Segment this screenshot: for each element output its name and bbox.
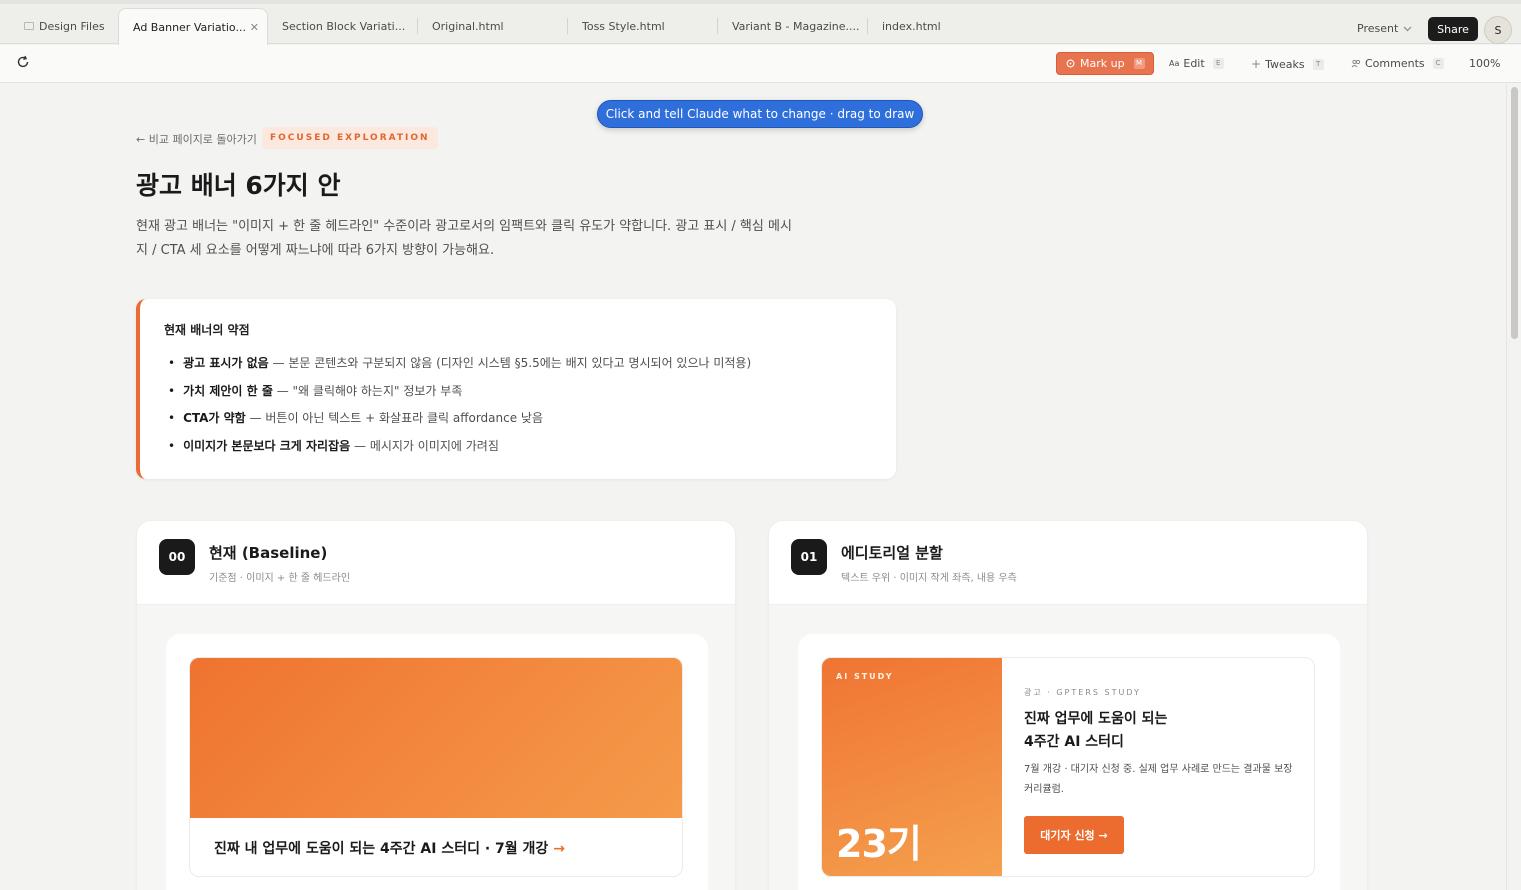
weakness-label: CTA가 약함 xyxy=(183,411,246,425)
tab-label: Original.html xyxy=(432,19,504,33)
tab-original[interactable]: Original.html xyxy=(418,8,568,44)
weakness-text: — 본문 콘텐츠와 구분되지 않음 (디자인 시스템 §5.5에는 배지 있다고… xyxy=(268,356,752,370)
back-link[interactable]: ← 비교 페이지로 돌아가기 xyxy=(136,131,257,147)
tab-label: Section Block Variati... xyxy=(282,19,406,33)
variant-card-baseline: 00 현재 (Baseline) 기준점 · 이미지 + 한 줄 헤드라인 진짜… xyxy=(137,521,735,890)
page-description: 현재 광고 배너는 "이미지 + 한 줄 헤드라인" 수준이라 광고로서의 임팩… xyxy=(136,219,792,258)
comments-label: Comments xyxy=(1365,57,1425,70)
variant-card-editorial: 01 에디토리얼 분할 텍스트 우위 · 이미지 작게 좌측, 내용 우측 AI… xyxy=(769,521,1367,890)
ad-banner[interactable]: AI STUDY 23기 광고 · GPTERS STUDY 진짜 업무에 도움… xyxy=(821,657,1315,877)
list-item: 가치 제안이 한 줄 — "왜 클릭해야 하는지" 정보가 부족 xyxy=(168,378,751,406)
banner-headline-line: 진짜 업무에 도움이 되는 xyxy=(1024,711,1168,727)
scrollbar[interactable] xyxy=(1506,84,1521,890)
tweaks-shortcut: T xyxy=(1312,58,1324,70)
ad-label: 광고 · GPTERS STUDY xyxy=(1024,688,1141,697)
close-icon[interactable]: ✕ xyxy=(250,21,259,34)
toolbar: Mark up M Aa Edit E + Tweaks T Comments … xyxy=(0,45,1521,83)
markup-hint-pill: Click and tell Claude what to change · d… xyxy=(597,100,923,128)
variant-subtitle: 텍스트 우위 · 이미지 작게 좌측, 내용 우측 xyxy=(841,573,1017,584)
variant-number: 00 xyxy=(159,539,195,575)
tab-bar: Design Files Ad Banner Variatio... ✕ Sec… xyxy=(0,0,1521,45)
weakness-text: — 버튼이 아닌 텍스트 + 화살표라 클릭 affordance 낮음 xyxy=(245,411,544,425)
preview-stage: AI STUDY 23기 광고 · GPTERS STUDY 진짜 업무에 도움… xyxy=(798,634,1340,890)
preview-stage: 진짜 내 업무에 도움이 되는 4주간 AI 스터디 · 7월 개강 → xyxy=(166,634,708,890)
banner-headline-line: 4주간 AI 스터디 xyxy=(1024,734,1124,750)
banner-image xyxy=(190,658,682,818)
edit-button[interactable]: Aa Edit E xyxy=(1169,57,1224,70)
tab-variant-b[interactable]: Variant B - Magazine.... xyxy=(718,8,868,44)
tweaks-button[interactable]: + Tweaks T xyxy=(1251,57,1324,71)
present-label: Present xyxy=(1357,22,1399,35)
weakness-text: — "왜 클릭해야 하는지" 정보가 부족 xyxy=(272,383,463,398)
share-button[interactable]: Share xyxy=(1428,17,1478,41)
banner-headline-text: 진짜 내 업무에 도움이 되는 4주간 AI 스터디 · 7월 개강 xyxy=(214,841,549,857)
tab-label: Ad Banner Variatio... xyxy=(133,20,246,34)
weaknesses-title: 현재 배너의 약점 xyxy=(164,323,250,337)
zoom-level[interactable]: 100% xyxy=(1469,57,1500,70)
variant-title: 에디토리얼 분할 xyxy=(841,544,943,562)
markup-icon xyxy=(1066,59,1075,68)
banner-headline: 진짜 업무에 도움이 되는 4주간 AI 스터디 xyxy=(1024,708,1284,754)
variant-number: 01 xyxy=(791,539,827,575)
text-icon: Aa xyxy=(1169,59,1180,68)
weakness-text: — 메시지가 이미지에 가려짐 xyxy=(350,438,499,453)
exploration-badge: FOCUSED EXPLORATION xyxy=(262,127,438,149)
weaknesses-panel: 현재 배너의 약점 광고 표시가 없음 — 본문 콘텐츠와 구분되지 않음 (디… xyxy=(136,299,896,479)
list-item: 광고 표시가 없음 — 본문 콘텐츠와 구분되지 않음 (디자인 시스템 §5.… xyxy=(168,350,751,378)
tab-design-files[interactable]: Design Files xyxy=(10,8,115,44)
list-item: CTA가 약함 — 버튼이 아닌 텍스트 + 화살표라 클릭 affordanc… xyxy=(168,405,751,433)
weaknesses-list: 광고 표시가 없음 — 본문 콘텐츠와 구분되지 않음 (디자인 시스템 §5.… xyxy=(168,350,751,460)
card-header: 00 현재 (Baseline) 기준점 · 이미지 + 한 줄 헤드라인 xyxy=(137,521,735,605)
tweaks-label: Tweaks xyxy=(1265,57,1305,71)
people-icon xyxy=(1351,59,1361,68)
present-button[interactable]: Present xyxy=(1357,22,1412,35)
variant-subtitle: 기준점 · 이미지 + 한 줄 헤드라인 xyxy=(209,573,351,584)
tab-section-block[interactable]: Section Block Variati... xyxy=(268,8,418,44)
waitlist-button[interactable]: 대기자 신청 → xyxy=(1024,816,1124,854)
markup-label: Mark up xyxy=(1080,57,1125,70)
reload-icon[interactable] xyxy=(15,54,31,70)
card-preview: AI STUDY 23기 광고 · GPTERS STUDY 진짜 업무에 도움… xyxy=(769,605,1367,890)
tab-index[interactable]: index.html xyxy=(868,8,1018,44)
variant-title: 현재 (Baseline) xyxy=(209,544,328,562)
ad-banner[interactable]: 진짜 내 업무에 도움이 되는 4주간 AI 스터디 · 7월 개강 → xyxy=(189,657,683,877)
weakness-label: 광고 표시가 없음 xyxy=(183,356,269,370)
banner-description: 7월 개강 · 대기자 신청 중. 실제 업무 사례로 만드는 결과물 보장 커… xyxy=(1024,764,1293,795)
card-preview: 진짜 내 업무에 도움이 되는 4주간 AI 스터디 · 7월 개강 → xyxy=(137,605,735,890)
markup-shortcut: M xyxy=(1133,58,1145,69)
canvas[interactable]: Click and tell Claude what to change · d… xyxy=(0,84,1506,890)
comments-button[interactable]: Comments C xyxy=(1351,57,1444,70)
comments-shortcut: C xyxy=(1432,58,1444,69)
arrow-right-icon: → xyxy=(553,841,565,857)
list-item: 이미지가 본문보다 크게 자리잡음 — 메시지가 이미지에 가려짐 xyxy=(168,433,751,461)
tab-ad-banner[interactable]: Ad Banner Variatio... ✕ xyxy=(118,8,268,45)
avatar[interactable]: S xyxy=(1484,16,1512,44)
edit-label: Edit xyxy=(1183,57,1205,70)
tab-label: index.html xyxy=(882,19,941,33)
scrollbar-thumb[interactable] xyxy=(1511,87,1518,339)
tab-toss-style[interactable]: Toss Style.html xyxy=(568,8,718,44)
edit-shortcut: E xyxy=(1212,58,1224,69)
plus-icon: + xyxy=(1251,57,1262,71)
markup-button[interactable]: Mark up M xyxy=(1056,52,1154,75)
page-title: 광고 배너 6가지 안 xyxy=(136,171,341,200)
weakness-label: 가치 제안이 한 줄 xyxy=(183,383,273,398)
banner-image: AI STUDY 23기 xyxy=(822,658,1002,876)
banner-cohort: 23기 xyxy=(836,822,922,866)
tab-label: Design Files xyxy=(39,19,105,33)
weakness-label: 이미지가 본문보다 크게 자리잡음 xyxy=(183,438,351,453)
card-header: 01 에디토리얼 분할 텍스트 우위 · 이미지 작게 좌측, 내용 우측 xyxy=(769,521,1367,605)
tab-label: Toss Style.html xyxy=(582,19,665,33)
banner-tag: AI STUDY xyxy=(836,672,894,681)
chevron-down-icon xyxy=(1403,26,1412,31)
banner-headline: 진짜 내 업무에 도움이 되는 4주간 AI 스터디 · 7월 개강 → xyxy=(214,838,565,858)
tab-label: Variant B - Magazine.... xyxy=(732,19,860,33)
folder-icon xyxy=(24,22,34,30)
